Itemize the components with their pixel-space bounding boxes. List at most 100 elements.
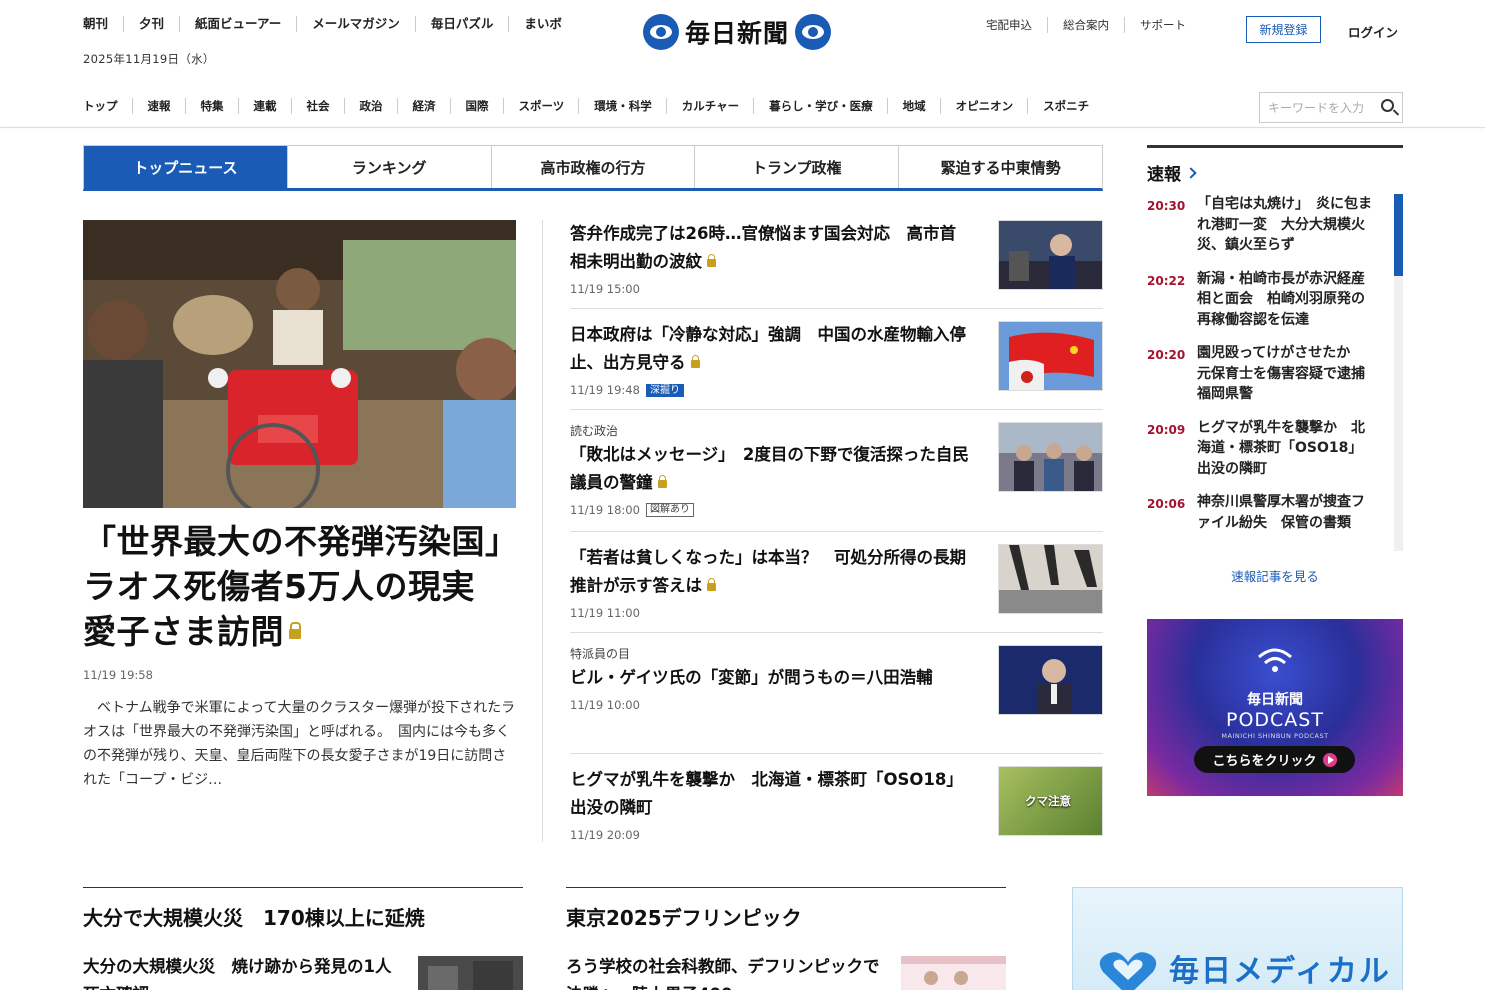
article-thumbnail[interactable] — [998, 220, 1103, 290]
article-title-text: 答弁作成完了は26時…官僚悩ます国会対応 高市首相未明出勤の波紋 — [570, 224, 956, 271]
category-society[interactable]: 社会 — [290, 98, 344, 114]
tab-ranking[interactable]: ランキング — [286, 146, 491, 188]
play-icon — [1322, 752, 1337, 767]
utility-nav: 宅配申込 総合案内 サポート — [986, 17, 1201, 33]
section-article-title[interactable]: 大分の大規模火災 焼け跡から発見の1人 死亡確認 — [83, 953, 403, 990]
breaking-news-header[interactable]: 速報 — [1147, 145, 1403, 185]
lead-photo[interactable] — [83, 220, 516, 508]
category-top[interactable]: トップ — [83, 98, 132, 114]
thumb-deaflympics-illustration — [901, 956, 1006, 990]
site-logo[interactable]: 毎日新聞 — [643, 14, 832, 50]
top-nav-puzzle[interactable]: 毎日パズル — [414, 16, 509, 32]
podcast-cta-button[interactable]: こちらをクリック — [1194, 746, 1355, 773]
top-nav-newsletter[interactable]: メールマガジン — [296, 16, 415, 32]
article-thumbnail[interactable] — [998, 544, 1103, 614]
category-sponichi[interactable]: スポニチ — [1027, 98, 1103, 114]
top-nav-maibo[interactable]: まいボ — [508, 16, 577, 32]
thumb-gates-illustration — [999, 646, 1102, 714]
breaking-item[interactable]: 20:06 神奈川県警厚木署が捜査ファイル紛失 保管の書類 — [1147, 492, 1403, 533]
category-culture[interactable]: カルチャー — [665, 98, 753, 114]
article-thumbnail[interactable]: クマ注意 — [998, 766, 1103, 836]
article-title[interactable]: 「敗北はメッセージ」 2度目の下野で復活探った自民議員の警鐘 — [570, 441, 970, 497]
article-time: 11/19 19:48 — [570, 383, 640, 397]
breaking-item[interactable]: 20:20 園児殴ってけがさせたか 元保育士を傷害容疑で逮捕 福岡県警 — [1147, 343, 1403, 405]
category-region[interactable]: 地域 — [886, 98, 940, 114]
search-icon[interactable] — [1381, 99, 1394, 112]
article-title[interactable]: 「若者は貧しくなった」は本当？ 可処分所得の長期推計が示す答えは — [570, 544, 970, 600]
search-input[interactable] — [1268, 100, 1378, 115]
category-life[interactable]: 暮らし・学び・医療 — [753, 98, 887, 114]
category-science[interactable]: 環境・科学 — [578, 98, 666, 114]
category-sports[interactable]: スポーツ — [502, 98, 579, 114]
article-item[interactable]: 答弁作成完了は26時…官僚悩ます国会対応 高市首相未明出勤の波紋 11/19 1… — [570, 220, 1103, 309]
top-nav-evening[interactable]: 夕刊 — [123, 16, 179, 32]
category-features[interactable]: 特集 — [184, 98, 238, 114]
podcast-title: PODCAST — [1226, 709, 1324, 731]
breaking-text[interactable]: 園児殴ってけがさせたか 元保育士を傷害容疑で逮捕 福岡県警 — [1197, 343, 1379, 405]
tab-trump[interactable]: トランプ政権 — [694, 146, 899, 188]
category-international[interactable]: 国際 — [449, 98, 503, 114]
top-nav-viewer[interactable]: 紙面ビューアー — [179, 16, 296, 32]
breaking-news-list: 20:30 「自宅は丸焼け」 炎に包まれ港町一変 大分大規模火災、鎮火至らず 20… — [1147, 194, 1403, 551]
medical-banner-title: 毎日メディカル — [1169, 954, 1391, 989]
breaking-item[interactable]: 20:22 新潟・柏崎市長が赤沢経産相と面会 柏崎刈羽原発の再稼働容認を伝達 — [1147, 269, 1403, 331]
breaking-time: 20:22 — [1147, 273, 1186, 288]
thumb-fire-illustration — [418, 956, 523, 990]
lead-headline[interactable]: 「世界最大の不発弾汚染国」ラオス死傷者5万人の現実 愛子さま訪問 — [83, 519, 513, 654]
podcast-banner[interactable]: 毎日新聞 PODCAST MAINICHI SHINBUN PODCAST こち… — [1147, 619, 1403, 796]
category-politics[interactable]: 政治 — [343, 98, 397, 114]
breaking-scrollbar[interactable] — [1394, 194, 1403, 551]
article-item[interactable]: 日本政府は「冷静な対応」強調 中国の水産物輸入停止、出方見守る 11/19 19… — [570, 309, 1103, 410]
section-thumbnail[interactable] — [418, 956, 523, 990]
breaking-time: 20:30 — [1147, 199, 1186, 213]
section-thumbnail[interactable] — [901, 956, 1006, 990]
category-nav: トップ 速報 特集 連載 社会 政治 経済 国際 スポーツ 環境・科学 カルチャ… — [83, 98, 1103, 114]
tab-middle-east[interactable]: 緊迫する中東情勢 — [898, 146, 1102, 188]
tab-top-news[interactable]: トップニュース — [84, 146, 287, 188]
article-thumbnail[interactable] — [998, 321, 1103, 391]
category-series[interactable]: 連載 — [237, 98, 291, 114]
top-nav-morning[interactable]: 朝刊 — [83, 16, 123, 32]
article-thumbnail[interactable] — [998, 422, 1103, 492]
util-delivery[interactable]: 宅配申込 — [986, 17, 1047, 33]
breaking-more-link[interactable]: 速報記事を見る — [1147, 566, 1403, 585]
article-title[interactable]: ビル・ゲイツ氏の「変節」が問うもの＝八田浩輔 — [570, 664, 970, 692]
section-article-title[interactable]: ろう学校の社会科教師、デフリンピックで決勝へ 陸上男子400 — [566, 953, 886, 990]
section-heading[interactable]: 大分で大規模火災 170棟以上に延焼 — [83, 902, 523, 931]
podcast-cta-label: こちらをクリック — [1212, 754, 1317, 769]
breaking-item[interactable]: 20:09 ヒグマが乳牛を襲撃か 北海道・標茶町「OSO18」出没の隣町 — [1147, 418, 1403, 480]
section-heading[interactable]: 東京2025デフリンピック — [566, 902, 1006, 931]
util-support[interactable]: サポート — [1124, 17, 1201, 33]
category-economy[interactable]: 経済 — [396, 98, 450, 114]
category-breaking[interactable]: 速報 — [131, 98, 185, 114]
lead-summary: ベトナム戦争で米軍によって大量のクラスター爆弾が投下されたラオスは「世界最大の不… — [83, 700, 516, 788]
search-box — [1259, 92, 1403, 123]
tab-takaichi[interactable]: 高市政権の行方 — [490, 146, 695, 188]
article-title[interactable]: ヒグマが乳牛を襲撃か 北海道・標茶町「OSO18」出没の隣町 — [570, 766, 970, 822]
breaking-text[interactable]: 神奈川県警厚木署が捜査ファイル紛失 保管の書類 — [1197, 492, 1372, 533]
breaking-text[interactable]: ヒグマが乳牛を襲撃か 北海道・標茶町「OSO18」出没の隣町 — [1197, 418, 1372, 480]
article-title[interactable]: 答弁作成完了は26時…官僚悩ます国会対応 高市首相未明出勤の波紋 — [570, 220, 970, 276]
article-item[interactable]: 読む政治 「敗北はメッセージ」 2度目の下野で復活探った自民議員の警鐘 11/1… — [570, 410, 1103, 532]
article-title-text: 「敗北はメッセージ」 2度目の下野で復活探った自民議員の警鐘 — [570, 445, 969, 492]
util-info[interactable]: 総合案内 — [1047, 17, 1124, 33]
article-item[interactable]: ヒグマが乳牛を襲撃か 北海道・標茶町「OSO18」出没の隣町 11/19 20:… — [570, 754, 1103, 844]
article-thumbnail[interactable] — [998, 645, 1103, 715]
article-item[interactable]: 「若者は貧しくなった」は本当？ 可処分所得の長期推計が示す答えは 11/19 1… — [570, 532, 1103, 633]
article-title[interactable]: 日本政府は「冷静な対応」強調 中国の水産物輸入停止、出方見守る — [570, 321, 970, 377]
podcast-brand: 毎日新聞 — [1247, 692, 1303, 708]
scrollbar-thumb[interactable] — [1394, 194, 1403, 276]
breaking-text[interactable]: 「自宅は丸焼け」 炎に包まれ港町一変 大分大規模火災、鎮火至らず — [1197, 194, 1372, 256]
article-item[interactable]: 特派員の目 ビル・ゲイツ氏の「変節」が問うもの＝八田浩輔 11/19 10:00 — [570, 633, 1103, 754]
thumb-politicians-illustration — [999, 423, 1102, 491]
category-opinion[interactable]: オピニオン — [939, 98, 1028, 114]
article-badge: 図解あり — [645, 503, 694, 517]
article-time: 11/19 15:00 — [570, 282, 640, 296]
breaking-text[interactable]: 新潟・柏崎市長が赤沢経産相と面会 柏崎刈羽原発の再稼働容認を伝達 — [1197, 269, 1372, 331]
current-date: 2025年11月19日（水） — [83, 52, 215, 66]
mainichi-medical-banner[interactable]: 毎日メディカル — [1072, 887, 1403, 990]
login-link[interactable]: ログイン — [1348, 22, 1398, 41]
logo-text: 毎日新聞 — [685, 19, 790, 48]
signup-button[interactable]: 新規登録 — [1246, 16, 1321, 43]
breaking-item[interactable]: 20:30 「自宅は丸焼け」 炎に包まれ港町一変 大分大規模火災、鎮火至らず — [1147, 194, 1403, 256]
